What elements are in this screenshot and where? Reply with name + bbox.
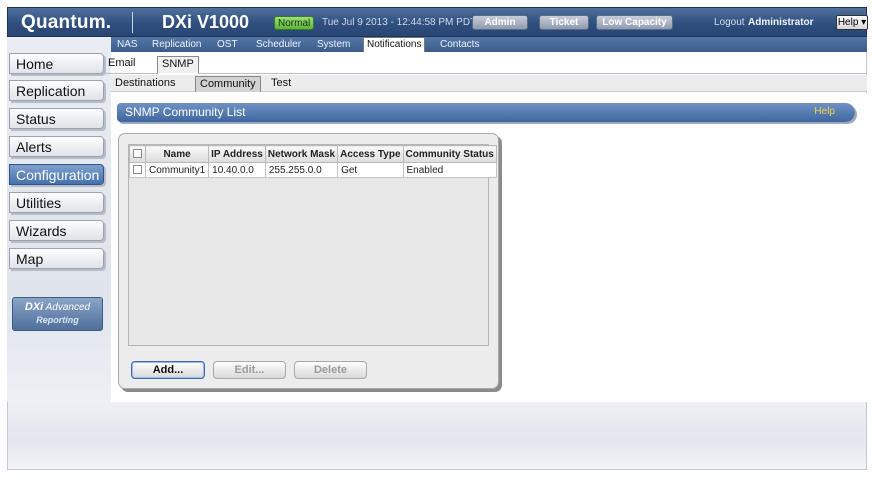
subtab-test[interactable]: Test — [271, 76, 291, 90]
row-select-cell — [129, 162, 146, 178]
snmp-subtabs: Destinations Community Test — [111, 75, 867, 92]
cell-status: Enabled — [402, 162, 497, 178]
nav-home[interactable]: Home — [9, 53, 104, 74]
community-table: Name IP Address Network Mask Access Type… — [129, 145, 497, 178]
nav-replication[interactable]: Replication — [9, 80, 104, 101]
help-link[interactable]: Help — [814, 106, 835, 117]
config-tabs: NAS Replication OST Scheduler System Not… — [111, 37, 867, 52]
subtab-community[interactable]: Community — [195, 76, 261, 92]
select-all-header — [129, 145, 146, 163]
help-menu-button[interactable]: Help ▾ — [836, 15, 868, 30]
tab-nas[interactable]: NAS — [117, 38, 138, 51]
low-capacity-button[interactable]: Low Capacity — [596, 15, 673, 30]
table-row[interactable]: Community1 10.40.0.0 255.255.0.0 Get Ena… — [129, 162, 497, 178]
column-header-name[interactable]: Name — [144, 145, 210, 163]
status-badge[interactable]: Normal — [274, 16, 315, 30]
table-header-row: Name IP Address Network Mask Access Type… — [129, 145, 497, 163]
nav-utilities[interactable]: Utilities — [9, 192, 104, 213]
cell-access: Get — [337, 162, 404, 178]
tab-replication[interactable]: Replication — [152, 38, 201, 51]
row-checkbox[interactable] — [133, 165, 142, 175]
system-datetime: Tue Jul 9 2013 - 12:44:58 PM PDT — [322, 17, 477, 28]
add-button[interactable]: Add... — [131, 361, 205, 379]
column-header-status[interactable]: Community Status — [402, 145, 497, 163]
column-header-ip[interactable]: IP Address — [208, 145, 266, 163]
subtab-destinations[interactable]: Destinations — [115, 76, 176, 90]
nav-map[interactable]: Map — [9, 248, 104, 269]
section-header: SNMP Community List Help — [117, 103, 855, 122]
dxi-brand: DXi — [24, 301, 44, 313]
reporting-label: Reporting — [36, 315, 79, 325]
nav-status[interactable]: Status — [9, 108, 104, 129]
section-title: SNMP Community List — [125, 105, 246, 119]
tab-contacts[interactable]: Contacts — [440, 38, 479, 51]
tab-ost[interactable]: OST — [217, 38, 238, 51]
tab-scheduler[interactable]: Scheduler — [256, 38, 301, 51]
notification-subtabs: Email SNMP — [105, 55, 867, 74]
app-header: Quantum. DXi V1000 Normal Tue Jul 9 2013… — [7, 7, 868, 37]
tab-notifications[interactable]: Notifications — [363, 37, 426, 52]
footer-band — [8, 402, 866, 469]
delete-button[interactable]: Delete — [294, 361, 367, 379]
nav-wizards[interactable]: Wizards — [9, 220, 104, 241]
column-header-mask[interactable]: Network Mask — [264, 145, 339, 163]
column-header-access[interactable]: Access Type — [337, 145, 404, 163]
subtab-email[interactable]: Email — [108, 56, 136, 71]
tab-system[interactable]: System — [317, 38, 350, 51]
cell-name: Community1 — [144, 162, 210, 178]
advanced-reporting-button[interactable]: DXi Advanced Reporting — [12, 297, 103, 331]
cell-mask: 255.255.0.0 — [264, 162, 339, 178]
community-grid: Name IP Address Network Mask Access Type… — [128, 144, 497, 346]
select-all-checkbox[interactable] — [133, 149, 142, 159]
quantum-logo: Quantum. — [21, 12, 112, 33]
cell-ip: 10.40.0.0 — [208, 162, 266, 178]
header-divider — [132, 12, 133, 33]
admin-button[interactable]: Admin — [472, 15, 528, 30]
logout-link[interactable]: Logout — [714, 17, 745, 28]
current-user: Administrator — [748, 17, 814, 28]
nav-configuration[interactable]: Configuration — [9, 164, 104, 185]
product-name: DXi V1000 — [162, 12, 250, 32]
subtab-snmp[interactable]: SNMP — [157, 56, 199, 74]
advanced-label: Advanced — [43, 302, 91, 313]
nav-alerts[interactable]: Alerts — [9, 136, 104, 157]
ticket-button[interactable]: Ticket — [539, 15, 589, 30]
advanced-reporting-line1: DXi Advanced — [13, 298, 102, 315]
edit-button[interactable]: Edit... — [213, 361, 286, 379]
